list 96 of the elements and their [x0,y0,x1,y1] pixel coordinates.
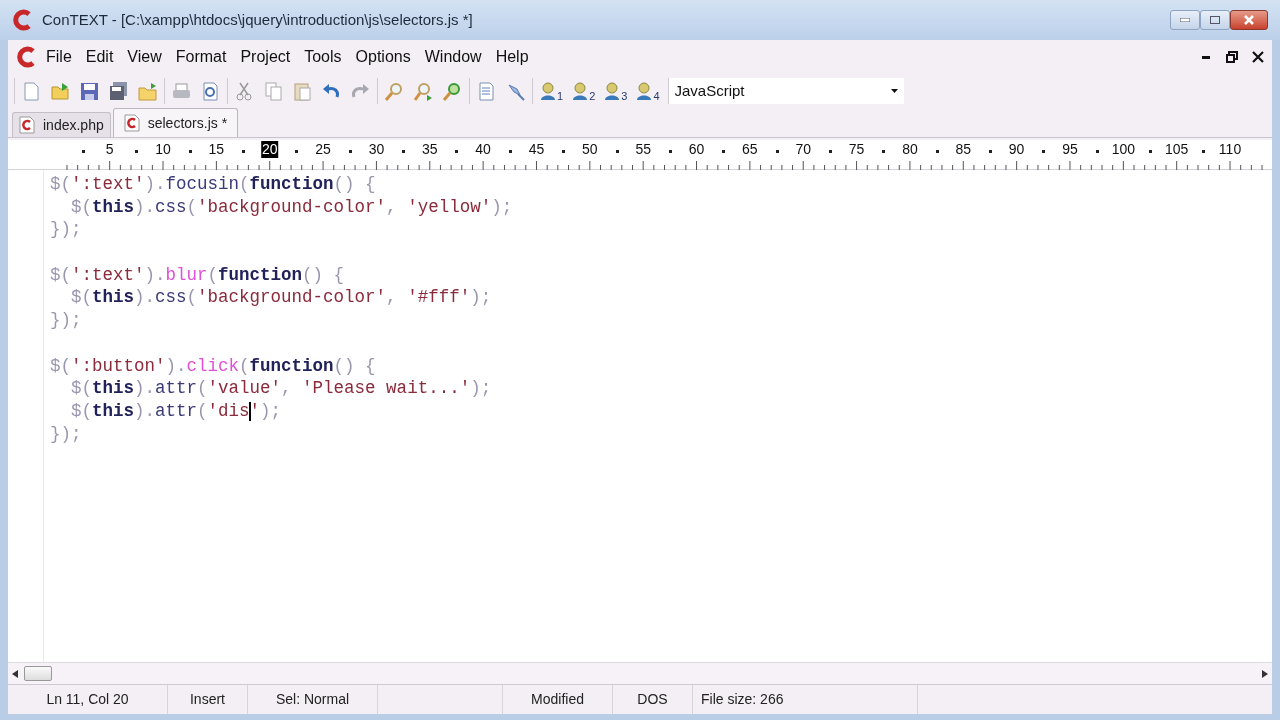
menu-item[interactable]: Edit [85,45,114,69]
ruler-number: 80 [902,141,918,158]
file-icon [123,114,140,132]
ruler-number: 65 [742,141,758,158]
language-dropdown[interactable]: JavaScript [667,78,904,104]
horizontal-scrollbar[interactable] [8,662,1272,684]
code-line: }); [50,310,82,331]
ruler-number: 40 [475,141,491,158]
paste-button[interactable] [292,80,313,102]
new-file-button[interactable] [21,80,42,102]
menu-item[interactable]: Project [240,45,291,69]
ruler-number: 5 [105,141,114,158]
maximize-button[interactable] [1200,10,1230,30]
window-title: ConTEXT - [C:\xampp\htdocs\jquery\introduction\js\selectors.js *] [42,9,473,30]
code-line: }); [50,219,82,240]
open-folder-button[interactable] [50,80,71,102]
menu-item[interactable]: Options [355,45,411,69]
new-file-icon [21,80,42,102]
user-button[interactable]: 3 [603,80,628,102]
file-icon [19,116,35,134]
ruler-number: 95 [1062,141,1078,158]
document-button[interactable] [476,80,497,102]
ruler-number: 75 [848,141,865,158]
scissors-button[interactable] [234,80,255,102]
close-icon [1244,15,1254,25]
menu-item[interactable]: Help [495,45,529,69]
copy-button[interactable] [263,80,284,102]
status-text: Sel: Normal [275,690,350,709]
menu-item[interactable]: Format [175,45,227,69]
menu-item[interactable]: File [46,45,72,69]
copy-icon [263,80,284,102]
save-all-button[interactable] [108,80,129,102]
status-text: DOS [637,690,668,709]
ruler-number: 55 [635,141,651,158]
save-icon [79,80,100,102]
status-text: Ln 11, Col 20 [46,690,129,709]
save-button[interactable] [79,80,100,102]
minimize-icon [1180,18,1190,22]
code-line: $(this).attr('dis'); [71,400,282,421]
search-icon [413,80,434,102]
close-button[interactable] [1230,10,1268,30]
restore-icon[interactable] [1226,51,1238,63]
scroll-right-icon[interactable] [1262,669,1268,678]
replace-icon [442,80,463,102]
ruler-number: 20 [260,141,279,158]
search-button[interactable] [413,80,434,102]
restore-icon [1210,16,1220,24]
file-tab[interactable]: selectors.js * [112,108,239,137]
code-line: $(':text').blur(function() { [50,264,345,285]
ruler-number: 15 [208,141,225,158]
user-button[interactable]: 1 [539,80,564,102]
paste-icon [292,80,313,102]
ruler-number: 30 [368,141,385,158]
code-line: $(this).css('background-color', 'yellow'); [71,196,513,217]
scissors-icon [234,80,255,102]
replace-button[interactable] [442,80,463,102]
user-button[interactable]: 4 [635,80,660,102]
menu-item[interactable]: Tools [304,45,342,69]
ruler-number: 100 [1111,141,1135,158]
menu-item[interactable]: View [127,45,162,69]
document-icon [476,80,497,102]
print-preview-icon [200,80,221,102]
ruler-number: 70 [795,141,811,158]
minimize-icon[interactable] [1202,55,1212,59]
close-icon[interactable] [1252,51,1264,63]
code-line: $(this).css('background-color', '#fff'); [71,287,492,308]
open-folder-icon [50,80,71,102]
status-text: Modified [531,690,584,709]
menu-item[interactable]: Window [424,45,482,69]
status-text: Insert [190,690,225,709]
ruler-number: 25 [315,141,331,158]
ruler-number: 60 [688,141,705,158]
folder-button[interactable] [137,80,158,102]
search-button[interactable] [384,80,405,102]
code-line: $(this).attr('value', 'Please wait...'); [71,378,492,399]
dropdown-arrow-icon [890,89,898,93]
file-tab[interactable]: index.php [12,112,111,137]
ruler-number: 45 [528,141,545,158]
ruler-number: 85 [955,141,972,158]
ruler-number: 50 [582,141,598,158]
ruler-number: 10 [155,141,171,158]
ruler-number: 90 [1008,141,1025,158]
scrollbar-thumb[interactable] [24,666,52,681]
status-text: File size: 266 [701,690,784,709]
save-all-icon [108,80,129,102]
search-icon [384,80,405,102]
user-button[interactable]: 2 [571,80,596,102]
ruler-number: 105 [1165,141,1189,158]
print-preview-button[interactable] [200,80,221,102]
folder-icon [137,80,158,102]
ruler-number: 110 [1218,141,1242,158]
scroll-left-icon[interactable] [12,669,18,678]
code-line: }); [50,423,82,444]
code-line: $(':button').click(function() { [50,355,376,376]
ruler-number: 35 [422,141,438,158]
code-line: $(':text').focusin(function() { [50,174,376,194]
